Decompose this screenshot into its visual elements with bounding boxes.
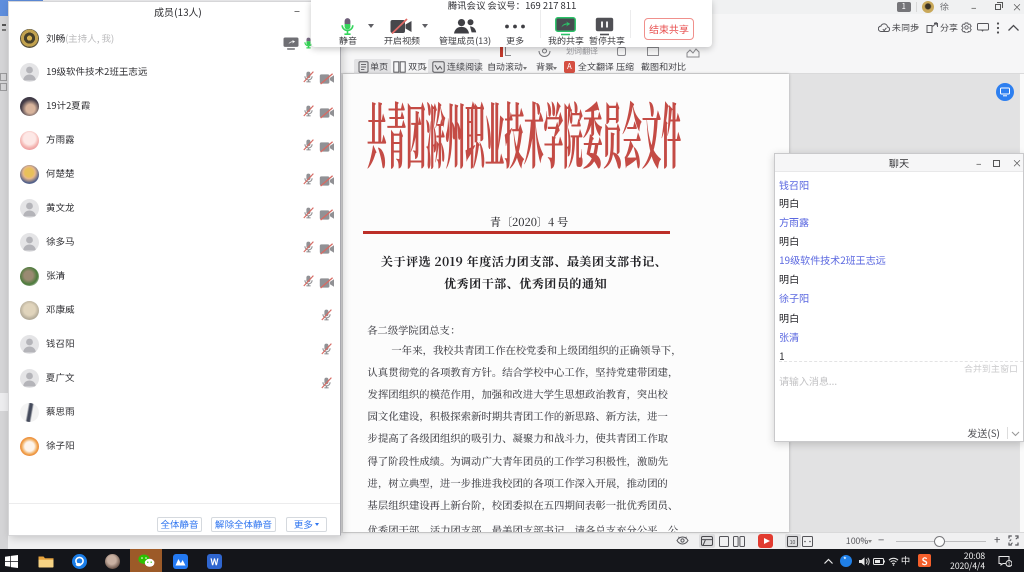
svg-text:1: 1 [1007, 562, 1010, 567]
svg-text:10: 10 [790, 540, 796, 546]
